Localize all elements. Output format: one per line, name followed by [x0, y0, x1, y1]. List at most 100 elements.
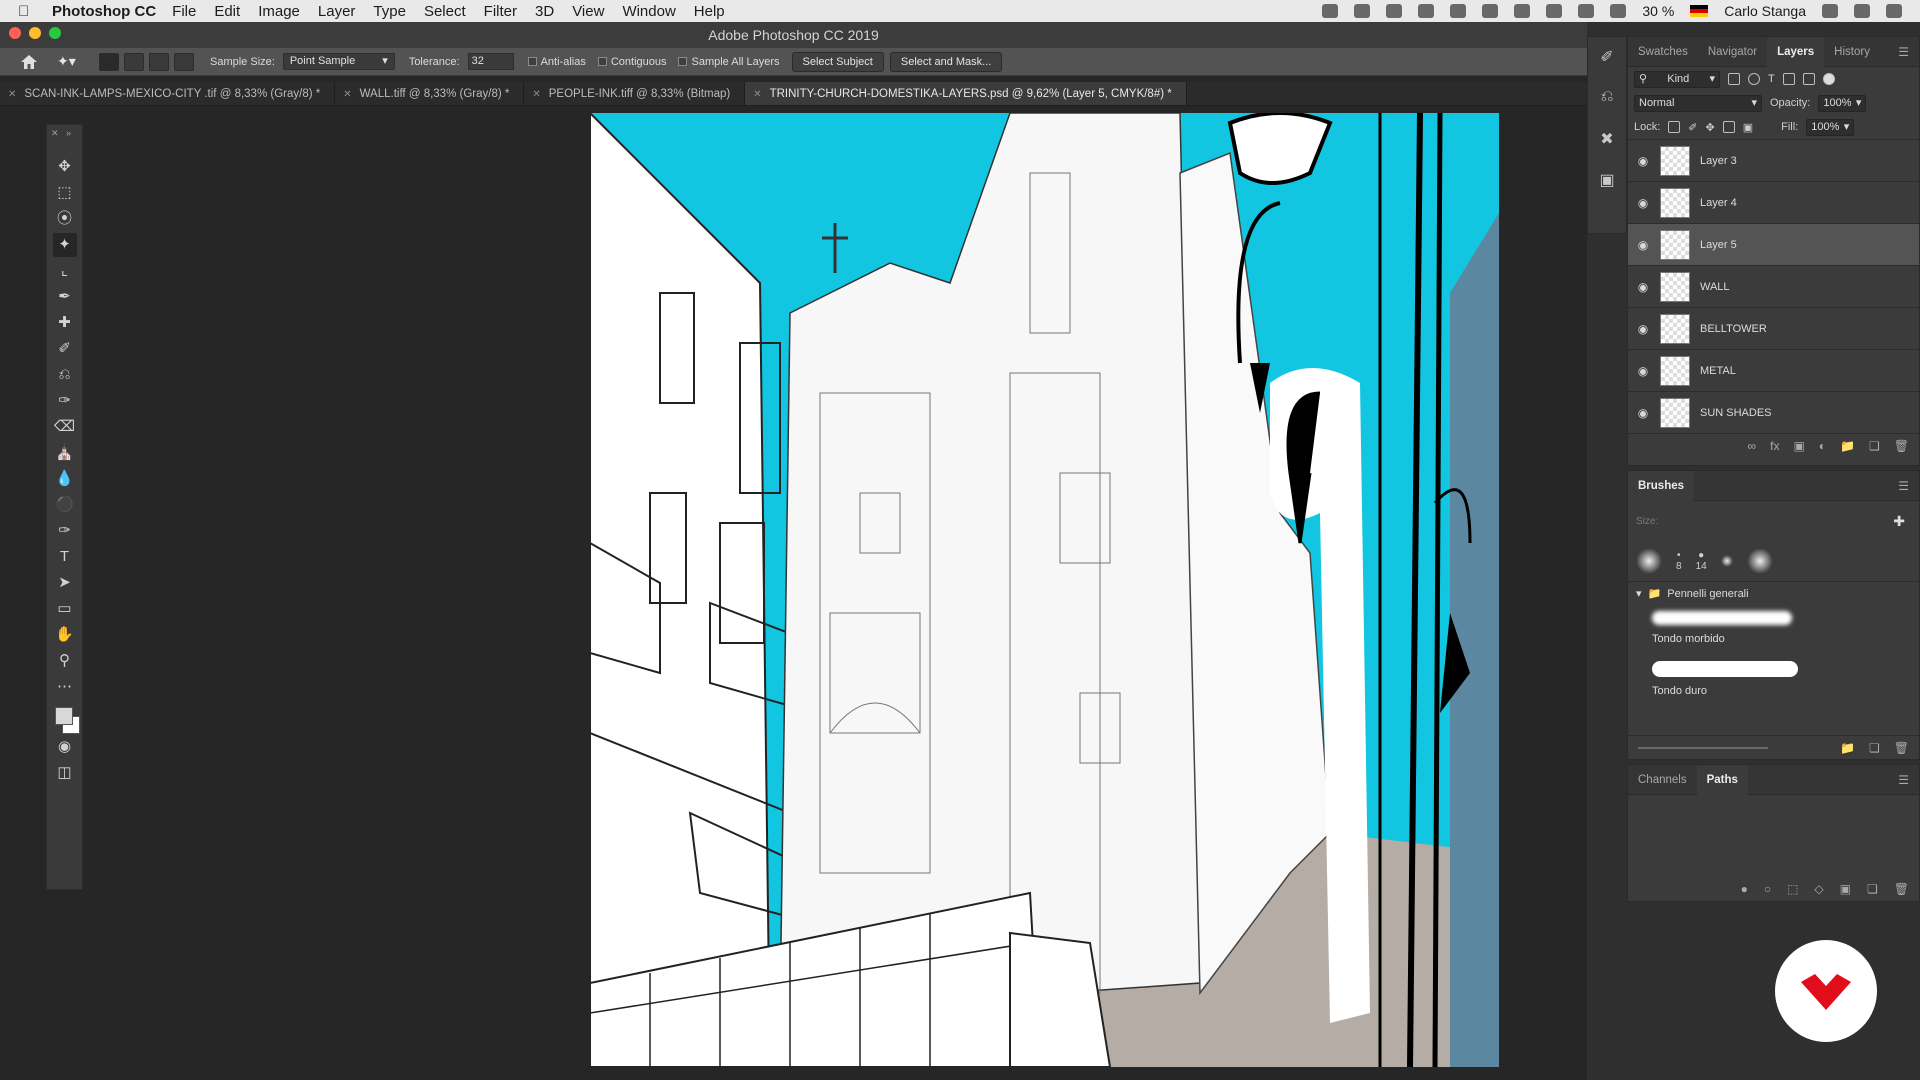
list-icon[interactable]: [1886, 4, 1902, 18]
close-tab-icon[interactable]: ✕: [343, 89, 351, 100]
lock-all-icon[interactable]: ▣: [1743, 121, 1753, 134]
zoom-window-button[interactable]: [49, 27, 61, 39]
sample-all-layers-checkbox[interactable]: Sample All Layers: [678, 56, 780, 68]
filter-toggle-icon[interactable]: [1822, 73, 1835, 85]
brush-item-tondo-duro[interactable]: Tondo duro: [1652, 661, 1919, 707]
layer-row-wall[interactable]: ◉ WALL: [1628, 265, 1919, 307]
apple-menu-icon[interactable]: : [18, 3, 40, 20]
stroke-path-icon[interactable]: ○: [1764, 882, 1771, 896]
new-path-icon[interactable]: ❏: [1867, 882, 1878, 896]
paint-bucket-tool-icon[interactable]: ⛪: [53, 441, 77, 465]
notification-icon[interactable]: [1450, 4, 1467, 18]
eye-icon[interactable]: ◉: [1628, 406, 1658, 420]
add-mask-icon[interactable]: ▣: [1793, 439, 1804, 453]
tab-swatches[interactable]: Swatches: [1628, 37, 1698, 67]
zoom-tool-icon[interactable]: ⚲: [53, 649, 77, 673]
eye-icon[interactable]: ◉: [1628, 280, 1658, 294]
menu-filter[interactable]: Filter: [484, 3, 517, 20]
brush-group-row[interactable]: ▾ 📁 Pennelli generali: [1628, 581, 1919, 605]
bluetooth-icon[interactable]: [1514, 4, 1531, 18]
tab-layers[interactable]: Layers: [1767, 36, 1825, 67]
make-work-path-icon[interactable]: ◇: [1814, 882, 1823, 896]
fill-path-icon[interactable]: ●: [1741, 882, 1748, 896]
creative-cloud-icon[interactable]: [1386, 4, 1403, 18]
layer-row-sun-shades[interactable]: ◉ SUN SHADES: [1628, 391, 1919, 433]
keyboard-flag-icon[interactable]: [1690, 5, 1709, 17]
tab-navigator[interactable]: Navigator: [1698, 37, 1767, 67]
close-tab-icon[interactable]: ✕: [753, 89, 761, 100]
clone-source-icon[interactable]: ⎌: [1595, 88, 1619, 112]
battery-percent[interactable]: 30 %: [1642, 3, 1674, 19]
libraries-icon[interactable]: ▣: [1595, 170, 1619, 194]
more-tools-icon[interactable]: ⋯: [53, 675, 77, 699]
menu-help[interactable]: Help: [694, 3, 725, 20]
rectangle-tool-icon[interactable]: ▭: [53, 597, 77, 621]
user-name[interactable]: Carlo Stanga: [1724, 3, 1806, 19]
delete-layer-icon[interactable]: 🗑: [1894, 439, 1909, 453]
brush-item-tondo-morbido[interactable]: Tondo morbido: [1652, 611, 1919, 657]
smart-object-filter-icon[interactable]: [1802, 73, 1815, 85]
menu-file[interactable]: File: [172, 3, 196, 20]
clone-stamp-tool-icon[interactable]: ⎌: [53, 363, 77, 387]
tool-presets-icon[interactable]: ✖: [1595, 129, 1619, 153]
eraser-tool-icon[interactable]: ⌫: [53, 415, 77, 439]
path-selection-tool-icon[interactable]: ➤: [53, 571, 77, 595]
small-soft-brush-preset[interactable]: [1720, 555, 1733, 567]
healing-brush-tool-icon[interactable]: ✚: [53, 311, 77, 335]
intersect-selection-icon[interactable]: [174, 52, 194, 71]
minimize-window-button[interactable]: [29, 27, 41, 39]
time-machine-icon[interactable]: [1482, 4, 1499, 18]
menu-layer[interactable]: Layer: [318, 3, 356, 20]
layer-row-layer-4[interactable]: ◉ Layer 4: [1628, 181, 1919, 223]
move-tool-icon[interactable]: ✥: [53, 155, 77, 179]
menu-image[interactable]: Image: [258, 3, 300, 20]
crop-tool-icon[interactable]: ⌞: [53, 259, 77, 283]
menu-type[interactable]: Type: [373, 3, 406, 20]
delete-path-icon[interactable]: 🗑: [1894, 882, 1909, 896]
brush-preset-14[interactable]: ● 14: [1696, 550, 1707, 572]
quick-mask-icon[interactable]: ◉: [53, 735, 77, 759]
panel-collapse-icon[interactable]: ✕ »: [51, 128, 71, 139]
lasso-tool-icon[interactable]: ⦿: [53, 207, 77, 231]
airplay-icon[interactable]: [1578, 4, 1595, 18]
tab-wall[interactable]: ✕ WALL.tiff @ 8,33% (Gray/8) *: [335, 82, 525, 105]
tab-history[interactable]: History: [1824, 37, 1880, 67]
brush-tool-icon[interactable]: ✐: [53, 337, 77, 361]
home-icon[interactable]: [19, 54, 39, 70]
menu-select[interactable]: Select: [424, 3, 466, 20]
menu-window[interactable]: Window: [622, 3, 675, 20]
layer-row-metal[interactable]: ◉ METAL: [1628, 349, 1919, 391]
soft-brush-preset[interactable]: [1636, 548, 1662, 574]
menu-3d[interactable]: 3D: [535, 3, 554, 20]
new-selection-icon[interactable]: [99, 52, 119, 71]
type-tool-icon[interactable]: T: [53, 545, 77, 569]
magic-wand-tool-icon[interactable]: ✦: [52, 233, 77, 257]
delete-brush-icon[interactable]: 🗑: [1894, 741, 1909, 755]
new-group-icon[interactable]: 📁: [1840, 439, 1855, 453]
menu-edit[interactable]: Edit: [214, 3, 240, 20]
hand-tool-icon[interactable]: ✋: [53, 623, 77, 647]
shape-filter-icon[interactable]: [1782, 73, 1795, 85]
lock-paint-icon[interactable]: ✐: [1688, 121, 1697, 134]
large-soft-brush-preset[interactable]: [1746, 548, 1773, 574]
color-swatches[interactable]: [52, 705, 80, 735]
marquee-tool-icon[interactable]: ⬚: [53, 181, 77, 205]
new-group-icon[interactable]: 📁: [1840, 741, 1855, 755]
anti-alias-checkbox[interactable]: Anti-alias: [527, 56, 586, 68]
close-tab-icon[interactable]: ✕: [532, 89, 540, 100]
add-mask-icon[interactable]: ▣: [1840, 882, 1851, 896]
app-menu[interactable]: Photoshop CC: [52, 3, 156, 20]
new-layer-icon[interactable]: ❏: [1869, 439, 1880, 453]
screen-mode-icon[interactable]: ◫: [53, 761, 77, 785]
tab-scan-ink-lamps[interactable]: ✕ SCAN-INK-LAMPS-MEXICO-CITY .tif @ 8,33%…: [0, 82, 336, 105]
dodge-tool-icon[interactable]: ⚫: [53, 493, 77, 517]
pen-tool-icon[interactable]: ✑: [53, 519, 77, 543]
tab-channels[interactable]: Channels: [1628, 765, 1697, 795]
brush-preview-size-slider[interactable]: [1638, 746, 1768, 749]
select-subject-button[interactable]: Select Subject: [791, 51, 884, 72]
tab-paths[interactable]: Paths: [1696, 764, 1748, 795]
adjustment-filter-icon[interactable]: [1748, 73, 1760, 85]
blur-tool-icon[interactable]: 💧: [53, 467, 77, 491]
adjustment-layer-icon[interactable]: ◐: [1819, 439, 1826, 453]
brush-preset-8[interactable]: • 8: [1676, 550, 1682, 572]
